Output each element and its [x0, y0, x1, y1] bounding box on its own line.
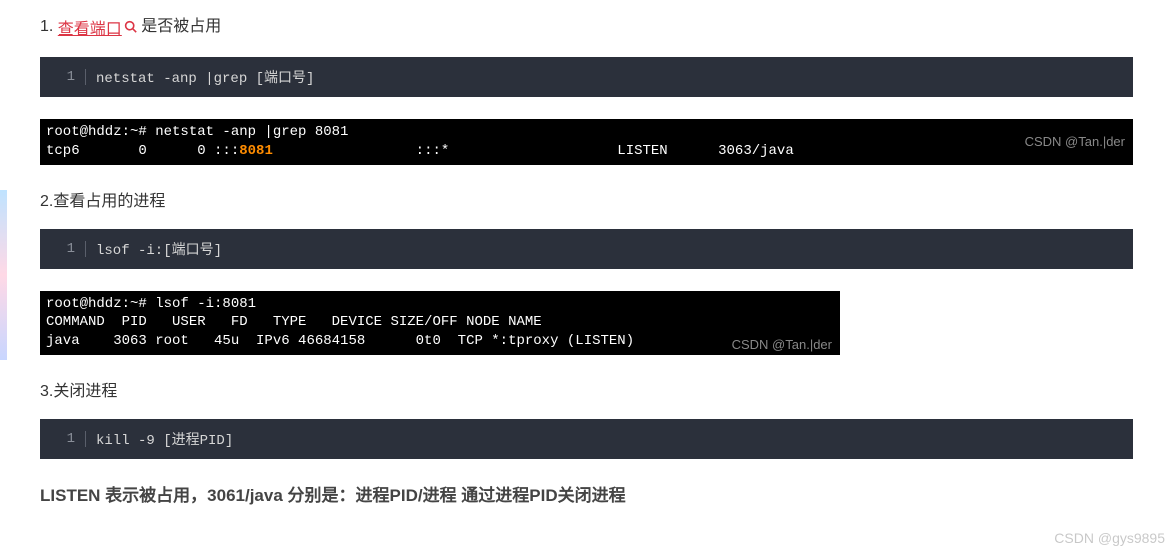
- step-1-heading: 1. 查看端口 是否被占用: [40, 12, 1133, 39]
- code-block-2[interactable]: 1 lsof -i:[端口号]: [40, 229, 1133, 269]
- code-lineno: 1: [40, 431, 86, 447]
- code-block-1[interactable]: 1 netstat -anp |grep [端口号]: [40, 57, 1133, 97]
- code-content: kill -9 [进程PID]: [86, 429, 233, 449]
- terminal-output-1: root@hddz:~# netstat -anp |grep 8081 tcp…: [40, 119, 1133, 165]
- step-1-num: 1.: [40, 18, 58, 35]
- code-content: netstat -anp |grep [端口号]: [86, 67, 314, 87]
- decorative-stripe: [0, 190, 7, 360]
- page-watermark: CSDN @gys9895: [1054, 530, 1165, 546]
- terminal-2-watermark: CSDN @Tan.|der: [732, 336, 832, 354]
- code-block-3[interactable]: 1 kill -9 [进程PID]: [40, 419, 1133, 459]
- check-port-link[interactable]: 查看端口: [58, 21, 122, 38]
- search-icon[interactable]: [124, 20, 137, 33]
- code-lineno: 1: [40, 69, 86, 85]
- term1-line2-after: :::* LISTEN 3063/java: [273, 143, 794, 159]
- summary-text: LISTEN 表示被占用，3061/java 分别是：进程PID/进程 通过进程…: [40, 481, 1133, 506]
- term1-port-highlight: 8081: [239, 143, 273, 159]
- term1-line2-before: tcp6 0 0 :::: [46, 143, 239, 159]
- term2-line2: COMMAND PID USER FD TYPE DEVICE SIZE/OFF…: [46, 314, 542, 330]
- code-content: lsof -i:[端口号]: [86, 239, 222, 259]
- step-2-heading: 2.查看占用的进程: [40, 187, 1133, 211]
- article-body: 1. 查看端口 是否被占用 1 netstat -anp |grep [端口号]…: [0, 0, 1173, 506]
- terminal-output-2: root@hddz:~# lsof -i:8081 COMMAND PID US…: [40, 291, 840, 356]
- check-port-link-text: 查看端口: [58, 21, 122, 38]
- term1-line1: root@hddz:~# netstat -anp |grep 8081: [46, 124, 348, 140]
- term2-line3: java 3063 root 45u IPv6 46684158 0t0 TCP…: [46, 333, 634, 349]
- step-1-tail: 是否被占用: [137, 18, 221, 35]
- term2-line1: root@hddz:~# lsof -i:8081: [46, 296, 256, 312]
- terminal-1-watermark: CSDN @Tan.|der: [1025, 133, 1125, 151]
- code-lineno: 1: [40, 241, 86, 257]
- step-3-heading: 3.关闭进程: [40, 377, 1133, 401]
